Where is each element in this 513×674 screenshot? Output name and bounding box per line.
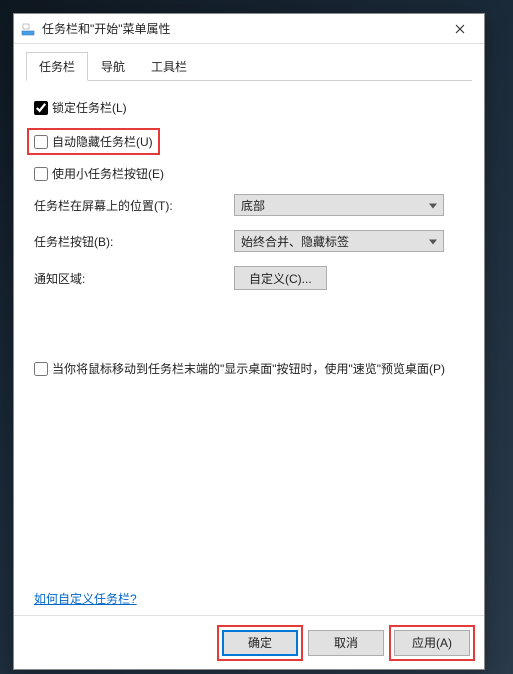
- small-buttons-label[interactable]: 使用小任务栏按钮(E): [52, 165, 164, 182]
- window-title: 任务栏和"开始"菜单属性: [42, 20, 440, 37]
- autohide-taskbar-checkbox[interactable]: [34, 135, 48, 149]
- location-label: 任务栏在屏幕上的位置(T):: [34, 197, 234, 214]
- location-combo[interactable]: 底部: [234, 194, 444, 216]
- lock-taskbar-row: 锁定任务栏(L): [34, 99, 464, 116]
- peek-label[interactable]: 当你将鼠标移动到任务栏末端的"显示桌面"按钮时，使用"速览"预览桌面(P): [52, 360, 445, 377]
- autohide-taskbar-label[interactable]: 自动隐藏任务栏(U): [52, 133, 153, 150]
- small-buttons-checkbox[interactable]: [34, 167, 48, 181]
- taskbar-buttons-value: 始终合并、隐藏标签: [241, 233, 349, 250]
- cancel-button[interactable]: 取消: [308, 630, 384, 656]
- close-icon: [455, 24, 465, 34]
- properties-dialog: 任务栏和"开始"菜单属性 任务栏 导航 工具栏 锁定任务栏(L) 自动隐藏任务栏…: [13, 13, 485, 670]
- lock-taskbar-label[interactable]: 锁定任务栏(L): [52, 99, 127, 116]
- taskbar-buttons-row: 任务栏按钮(B): 始终合并、隐藏标签: [34, 230, 464, 252]
- apply-button-wrap: 应用(A): [394, 630, 470, 656]
- close-button[interactable]: [440, 16, 480, 42]
- ok-button[interactable]: 确定: [222, 630, 298, 656]
- location-row: 任务栏在屏幕上的位置(T): 底部: [34, 194, 464, 216]
- cancel-button-wrap: 取消: [308, 630, 384, 656]
- peek-row: 当你将鼠标移动到任务栏末端的"显示桌面"按钮时，使用"速览"预览桌面(P): [34, 360, 464, 377]
- titlebar: 任务栏和"开始"菜单属性: [14, 14, 484, 44]
- taskbar-buttons-label: 任务栏按钮(B):: [34, 233, 234, 250]
- dialog-button-bar: 确定 取消 应用(A): [14, 615, 484, 669]
- help-link[interactable]: 如何自定义任务栏?: [34, 592, 137, 606]
- tab-panel-taskbar: 锁定任务栏(L) 自动隐藏任务栏(U) 使用小任务栏按钮(E) 任务栏在屏幕上的…: [26, 99, 472, 615]
- tab-bar: 任务栏 导航 工具栏: [26, 52, 472, 81]
- peek-checkbox[interactable]: [34, 362, 48, 376]
- autohide-taskbar-row: 自动隐藏任务栏(U): [27, 128, 160, 155]
- lock-taskbar-checkbox[interactable]: [34, 101, 48, 115]
- help-link-row: 如何自定义任务栏?: [34, 590, 137, 607]
- notification-row: 通知区域: 自定义(C)...: [34, 266, 464, 290]
- taskbar-properties-icon: [20, 21, 36, 37]
- small-buttons-row: 使用小任务栏按钮(E): [34, 165, 464, 182]
- notification-label: 通知区域:: [34, 270, 234, 287]
- tab-navigation[interactable]: 导航: [88, 52, 138, 80]
- location-value: 底部: [241, 197, 265, 214]
- customize-button[interactable]: 自定义(C)...: [234, 266, 327, 290]
- tab-taskbar[interactable]: 任务栏: [26, 52, 88, 81]
- ok-button-wrap: 确定: [222, 630, 298, 656]
- taskbar-buttons-combo[interactable]: 始终合并、隐藏标签: [234, 230, 444, 252]
- dialog-content: 任务栏 导航 工具栏 锁定任务栏(L) 自动隐藏任务栏(U) 使用小任务栏按钮(…: [14, 44, 484, 615]
- apply-button[interactable]: 应用(A): [394, 630, 470, 656]
- tab-toolbars[interactable]: 工具栏: [138, 52, 200, 80]
